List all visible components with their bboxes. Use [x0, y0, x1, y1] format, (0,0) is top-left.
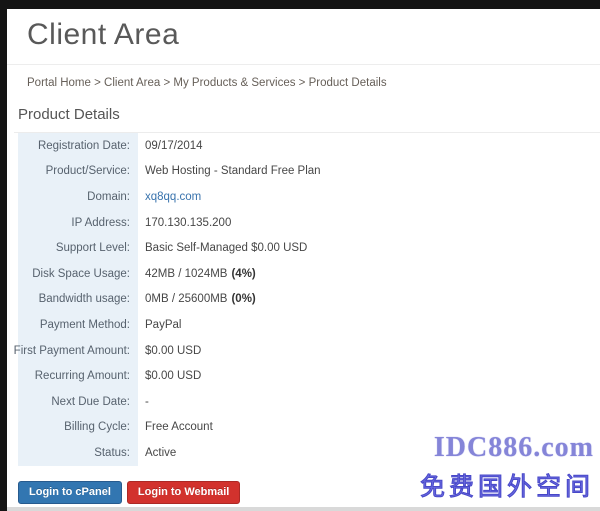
- breadcrumb-item[interactable]: Portal Home: [27, 77, 91, 89]
- detail-value: xq8qq.com: [138, 184, 201, 210]
- breadcrumb-separator: >: [295, 77, 308, 89]
- page-title: Client Area: [27, 18, 179, 52]
- detail-label: Product/Service:: [18, 159, 138, 185]
- domain-link[interactable]: xq8qq.com: [145, 191, 201, 203]
- breadcrumb-separator: >: [160, 77, 173, 89]
- window-bottom-edge: [7, 507, 600, 511]
- detail-value: -: [138, 389, 149, 415]
- detail-row-ip-address: IP Address:170.130.135.200: [18, 210, 321, 236]
- window-left-edge: [0, 0, 7, 511]
- product-details-table: Registration Date:09/17/2014Product/Serv…: [18, 133, 321, 466]
- usage-percent: (0%): [231, 293, 255, 305]
- section-title-product-details: Product Details: [14, 106, 600, 133]
- detail-label: Bandwidth usage:: [18, 287, 138, 313]
- detail-row-payment-method: Payment Method:PayPal: [18, 312, 321, 338]
- login-to-cpanel-button[interactable]: Login to cPanel: [18, 481, 122, 504]
- detail-row-support-level: Support Level:Basic Self-Managed $0.00 U…: [18, 235, 321, 261]
- detail-value: Free Account: [138, 415, 213, 441]
- detail-value: PayPal: [138, 312, 181, 338]
- detail-label: IP Address:: [18, 210, 138, 236]
- detail-value: 09/17/2014: [138, 133, 203, 159]
- detail-label: Support Level:: [18, 235, 138, 261]
- detail-row-status: Status:Active: [18, 440, 321, 466]
- usage-percent: (4%): [231, 268, 255, 280]
- breadcrumb-item[interactable]: My Products & Services: [173, 77, 295, 89]
- detail-value: 42MB / 1024MB(4%): [138, 261, 256, 287]
- detail-label: First Payment Amount:: [18, 338, 138, 364]
- title-divider: [7, 64, 600, 65]
- breadcrumb-separator: >: [91, 77, 104, 89]
- detail-row-domain: Domain: xq8qq.com: [18, 184, 321, 210]
- action-buttons: Login to cPanel Login to Webmail: [18, 481, 240, 504]
- detail-row-disk-space-usage: Disk Space Usage:42MB / 1024MB(4%): [18, 261, 321, 287]
- detail-row-first-payment-amount: First Payment Amount:$0.00 USD: [18, 338, 321, 364]
- detail-label: Billing Cycle:: [18, 415, 138, 441]
- detail-value: 0MB / 25600MB(0%): [138, 287, 256, 313]
- detail-value: Active: [138, 440, 176, 466]
- detail-row-registration-date: Registration Date:09/17/2014: [18, 133, 321, 159]
- detail-row-next-due-date: Next Due Date:-: [18, 389, 321, 415]
- detail-label: Recurring Amount:: [18, 363, 138, 389]
- detail-value: 170.130.135.200: [138, 210, 231, 236]
- detail-row-billing-cycle: Billing Cycle:Free Account: [18, 415, 321, 441]
- detail-value: Web Hosting - Standard Free Plan: [138, 159, 321, 185]
- detail-value: $0.00 USD: [138, 363, 201, 389]
- detail-value: Basic Self-Managed $0.00 USD: [138, 235, 307, 261]
- detail-row-recurring-amount: Recurring Amount:$0.00 USD: [18, 363, 321, 389]
- detail-row-bandwidth-usage: Bandwidth usage:0MB / 25600MB(0%): [18, 287, 321, 313]
- watermark: IDC886.com 免费国外空间: [420, 432, 594, 503]
- breadcrumb-item: Product Details: [309, 77, 387, 89]
- window-top-edge: [0, 0, 600, 9]
- watermark-chinese-text: 免费国外空间: [420, 467, 594, 503]
- detail-label: Payment Method:: [18, 312, 138, 338]
- breadcrumb-item[interactable]: Client Area: [104, 77, 160, 89]
- detail-label: Status:: [18, 440, 138, 466]
- breadcrumb: Portal Home > Client Area > My Products …: [27, 77, 387, 89]
- detail-row-product-service: Product/Service:Web Hosting - Standard F…: [18, 159, 321, 185]
- detail-label: Disk Space Usage:: [18, 261, 138, 287]
- detail-label: Registration Date:: [18, 133, 138, 159]
- detail-label: Domain:: [18, 184, 138, 210]
- watermark-site-text: IDC886.com: [420, 432, 594, 464]
- login-to-webmail-button[interactable]: Login to Webmail: [127, 481, 240, 504]
- detail-label: Next Due Date:: [18, 389, 138, 415]
- detail-value: $0.00 USD: [138, 338, 201, 364]
